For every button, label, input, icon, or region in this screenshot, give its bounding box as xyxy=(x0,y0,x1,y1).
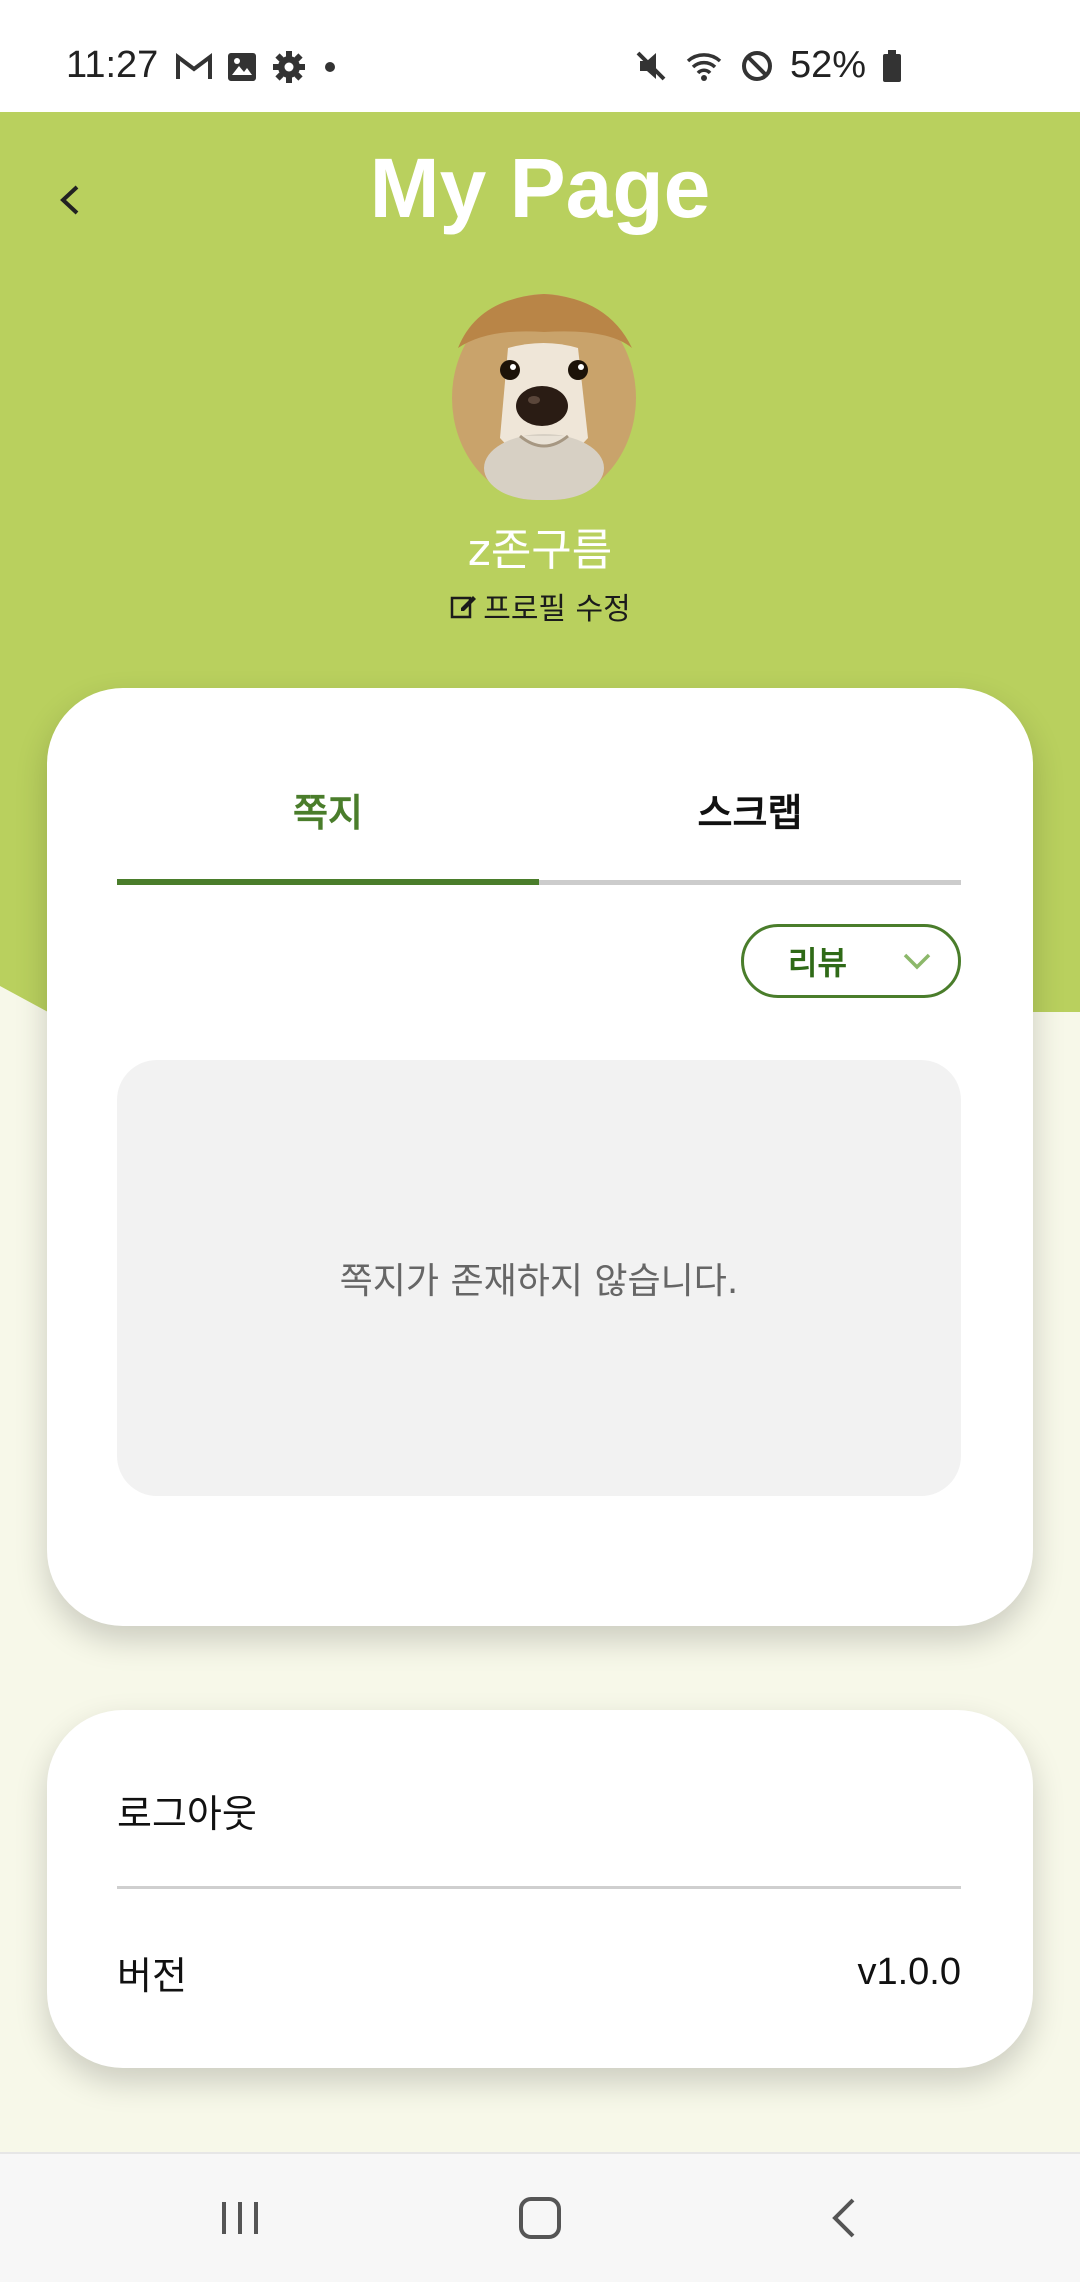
edit-profile-link[interactable]: 프로필 수정 xyxy=(0,584,1080,628)
version-row: 버전 v1.0.0 xyxy=(117,1922,961,2022)
logout-row[interactable]: 로그아웃 xyxy=(117,1760,961,1860)
settings-icon xyxy=(273,51,305,83)
gallery-icon xyxy=(228,53,256,81)
status-time: 11:27 xyxy=(66,44,159,86)
blocked-icon xyxy=(741,50,772,81)
dropdown-selected: 리뷰 xyxy=(788,944,847,982)
dot-icon xyxy=(325,62,335,72)
status-bar: 11:27 52% xyxy=(0,0,1080,112)
battery-percent: 52% xyxy=(789,44,866,86)
status-left-icons xyxy=(176,50,340,84)
version-value: v1.0.0 xyxy=(857,1950,961,1993)
battery-icon xyxy=(883,49,901,82)
status-right: 52% xyxy=(634,44,902,87)
mute-icon xyxy=(636,51,666,80)
tab-messages[interactable]: 쪽지 xyxy=(117,778,539,874)
username: z존구름 xyxy=(467,525,613,576)
logout-label: 로그아웃 xyxy=(117,1791,257,1836)
empty-message-text: 쪽지가 존재하지 않습니다. xyxy=(339,1261,739,1302)
settings-card: 로그아웃 버전 v1.0.0 xyxy=(47,1710,1033,2068)
edit-profile-label: 프로필 수정 xyxy=(483,592,631,627)
back-button[interactable] xyxy=(40,170,100,230)
system-nav-bar xyxy=(0,2152,1080,2282)
tab-bar: 쪽지 스크랩 xyxy=(117,778,961,874)
recent-apps-button[interactable] xyxy=(200,2182,280,2254)
messages-card: 쪽지 스크랩 리뷰 쪽지가 존재하지 않습니다. xyxy=(47,688,1033,1626)
edit-icon xyxy=(450,596,477,619)
page-title: My Page xyxy=(369,141,711,235)
chevron-down-icon xyxy=(903,953,931,970)
nav-back-button[interactable] xyxy=(804,2182,884,2254)
messages-empty-state: 쪽지가 존재하지 않습니다. xyxy=(117,1060,961,1496)
gmail-icon xyxy=(176,53,212,79)
version-label: 버전 xyxy=(117,1953,187,1998)
back-icon xyxy=(832,2198,855,2238)
chevron-left-icon xyxy=(60,185,79,215)
avatar[interactable] xyxy=(448,288,640,500)
home-icon xyxy=(519,2197,561,2239)
wifi-icon xyxy=(686,52,722,81)
category-dropdown[interactable]: 리뷰 xyxy=(741,924,961,998)
home-button[interactable] xyxy=(500,2182,580,2254)
settings-divider xyxy=(117,1886,961,1889)
recent-apps-icon xyxy=(222,2202,258,2234)
tab-active-indicator xyxy=(117,879,539,885)
tab-scrap[interactable]: 스크랩 xyxy=(539,778,961,874)
